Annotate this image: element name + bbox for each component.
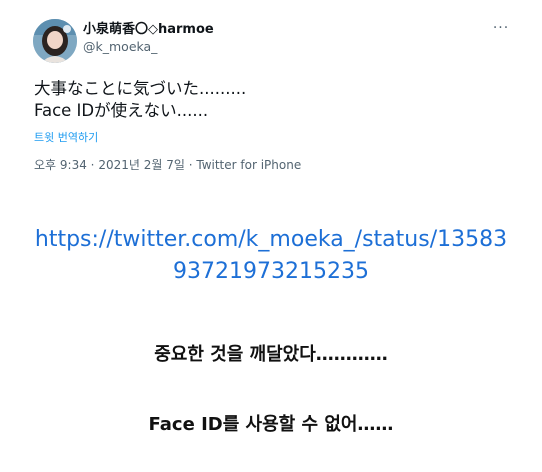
user-info[interactable]: 小泉萌香〇◇harmoe @k_moeka_	[83, 22, 214, 55]
avatar-photo	[33, 19, 77, 63]
tweet-metadata: 오후 9:34 · 2021년 2월 7일 · Twitter for iPho…	[34, 156, 301, 173]
tweet-source[interactable]: Twitter for iPhone	[196, 158, 301, 172]
username-handle[interactable]: @k_moeka_	[83, 39, 214, 55]
more-options-button[interactable]: ···	[490, 20, 512, 36]
translation-line-2: Face ID를 사용할 수 없어……	[148, 414, 394, 435]
translation-line-1: 중요한 것을 깨달았다…………	[154, 344, 388, 365]
url-line-1[interactable]: https://twitter.com/k_moeka_/status/1358…	[35, 227, 507, 252]
tweet-text: 大事なことに気づいた......... Face IDが使えない......	[34, 79, 247, 120]
tweet-url-link[interactable]: https://twitter.com/k_moeka_/status/1358…	[0, 224, 542, 288]
url-line-2[interactable]: 93721973215235	[173, 259, 369, 284]
tweet-date[interactable]: 2021년 2월 7일	[98, 158, 185, 172]
translate-tweet-link[interactable]: 트윗 번역하기	[34, 129, 98, 145]
avatar[interactable]	[33, 19, 77, 63]
more-horizontal-icon: ···	[492, 20, 510, 36]
tweet-time[interactable]: 오후 9:34	[34, 158, 87, 172]
tweet-card: 小泉萌香〇◇harmoe @k_moeka_ ··· 大事なことに気づいた...…	[20, 12, 522, 177]
display-name[interactable]: 小泉萌香〇◇harmoe	[83, 22, 214, 38]
